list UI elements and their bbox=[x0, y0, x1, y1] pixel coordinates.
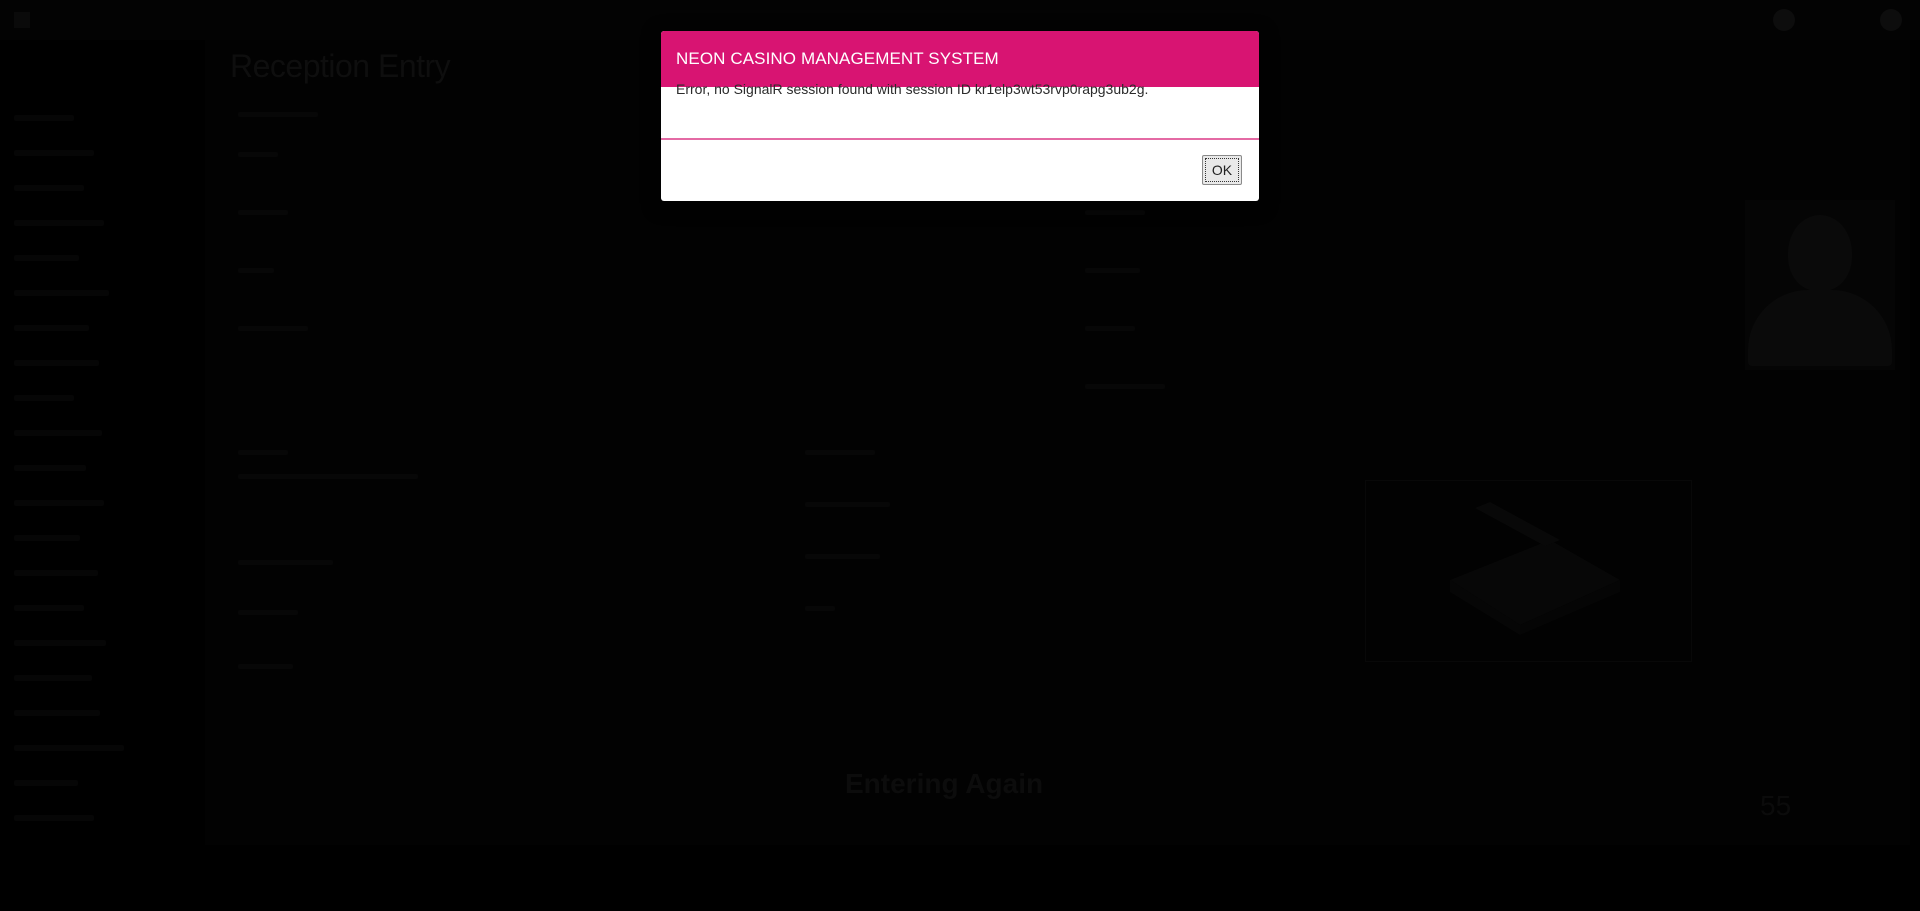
dialog-message: Error, no SignalR session found with ses… bbox=[676, 81, 1149, 97]
app-window: Reception Entry Entering Again 55 NEON C… bbox=[0, 0, 1920, 911]
dialog-divider bbox=[661, 138, 1259, 140]
dialog-title: NEON CASINO MANAGEMENT SYSTEM bbox=[676, 49, 999, 68]
error-dialog: NEON CASINO MANAGEMENT SYSTEM Error, no … bbox=[661, 31, 1259, 201]
ok-button[interactable]: OK bbox=[1202, 155, 1242, 185]
dialog-header: NEON CASINO MANAGEMENT SYSTEM bbox=[661, 31, 1259, 87]
modal-backdrop: NEON CASINO MANAGEMENT SYSTEM Error, no … bbox=[0, 0, 1920, 911]
